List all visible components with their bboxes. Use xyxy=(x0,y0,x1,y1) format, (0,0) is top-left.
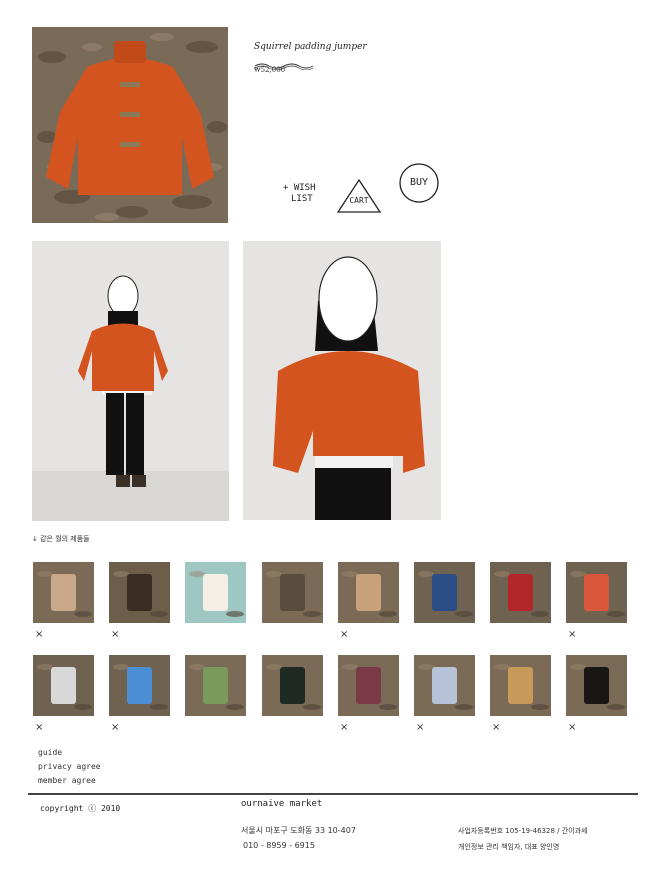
product-main-photo xyxy=(32,27,228,223)
related-item-thumb[interactable] xyxy=(414,562,475,623)
model-photo-closeup xyxy=(243,241,441,520)
sold-out-mark: × xyxy=(111,722,120,733)
related-item-thumb[interactable] xyxy=(262,562,323,623)
related-item-thumb[interactable] xyxy=(566,562,627,623)
business-registration: 사업자등록번호 105-19-46328 / 간이과세 xyxy=(458,827,588,835)
footer-link-guide[interactable]: guide xyxy=(38,748,62,757)
product-price: ₩52,000 xyxy=(254,66,286,74)
phone: 010 - 8959 - 6915 xyxy=(243,841,315,850)
product-title: Squirrel padding jumper xyxy=(254,42,367,52)
sold-out-mark: × xyxy=(35,629,44,640)
related-item-thumb[interactable] xyxy=(490,655,551,716)
related-item-thumb[interactable] xyxy=(414,655,475,716)
sold-out-mark: × xyxy=(111,629,120,640)
related-item-thumb[interactable] xyxy=(185,655,246,716)
brand-name: ournaive market xyxy=(241,799,323,809)
related-item-thumb[interactable] xyxy=(566,655,627,716)
wishlist-button[interactable]: + WISH LIST xyxy=(283,183,316,205)
related-item-thumb[interactable] xyxy=(109,562,170,623)
related-item-thumb[interactable] xyxy=(109,655,170,716)
related-item-thumb[interactable] xyxy=(490,562,551,623)
copyright: copyright ⓒ 2010 xyxy=(40,804,121,813)
privacy-officer: 개인정보 관리 책임자, 대표 양인영 xyxy=(458,843,560,851)
sold-out-mark: × xyxy=(568,722,577,733)
sold-out-mark: × xyxy=(568,629,577,640)
footer-link-member-agree[interactable]: member agree xyxy=(38,776,96,785)
sold-out-mark: × xyxy=(416,722,425,733)
sold-out-mark: × xyxy=(492,722,501,733)
related-item-thumb[interactable] xyxy=(33,655,94,716)
sold-out-mark: × xyxy=(35,722,44,733)
related-item-thumb[interactable] xyxy=(262,655,323,716)
sold-out-mark: × xyxy=(340,722,349,733)
model-photo-full xyxy=(32,241,229,521)
buy-button[interactable]: BUY xyxy=(398,162,440,204)
address: 서울시 마포구 도화동 33 10-407 xyxy=(241,826,356,835)
related-item-thumb[interactable] xyxy=(338,655,399,716)
cart-button[interactable]: CART xyxy=(336,178,382,214)
related-item-thumb[interactable] xyxy=(185,562,246,623)
footer-link-privacy-agree[interactable]: privacy agree xyxy=(38,762,101,771)
related-heading: ↓ 같은 월의 제품들 xyxy=(32,535,90,543)
title-underline-squiggle xyxy=(254,55,314,71)
footer-divider xyxy=(28,793,638,795)
related-item-thumb[interactable] xyxy=(338,562,399,623)
related-item-thumb[interactable] xyxy=(33,562,94,623)
sold-out-mark: × xyxy=(340,629,349,640)
